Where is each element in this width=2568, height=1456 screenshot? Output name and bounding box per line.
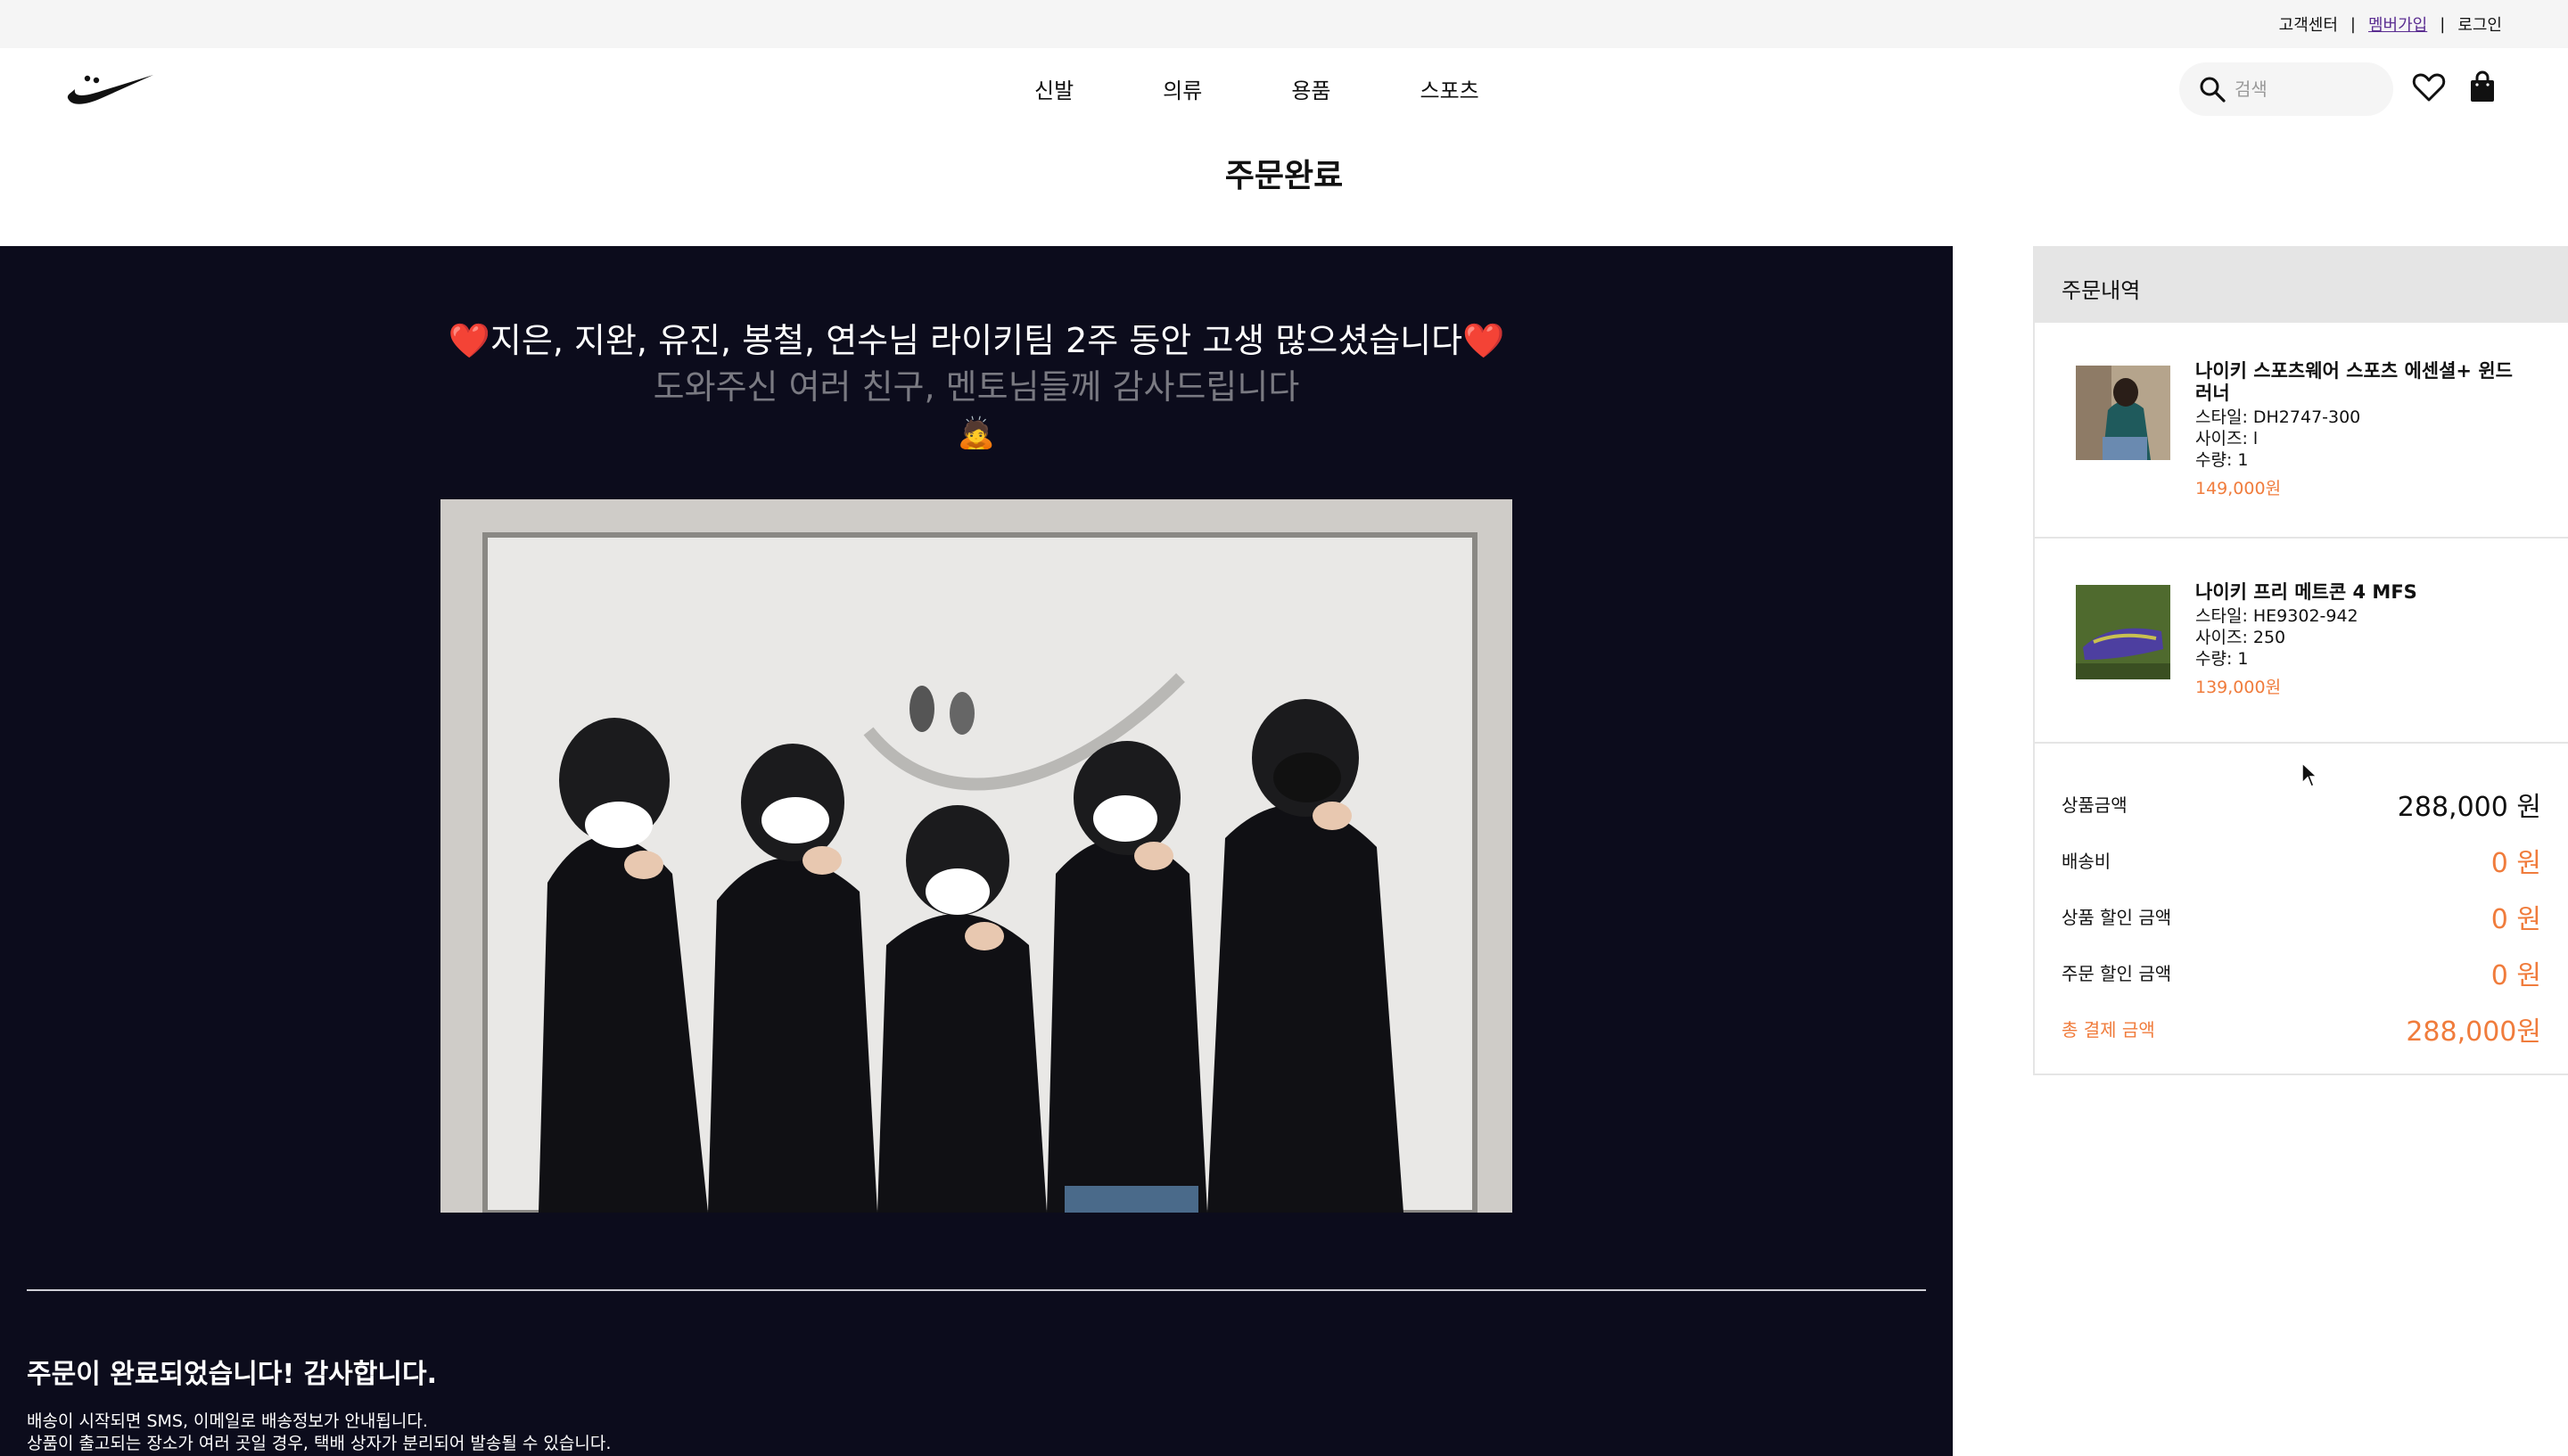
team-photo	[440, 499, 1512, 1213]
subtotal-label: 상품금액	[2062, 794, 2128, 816]
order-summary: 주문내역 나이키 스포츠웨어 스포츠 에센셜+ 윈드러너 스타일: DH2747…	[2033, 246, 2568, 1075]
product-price: 149,000원	[2195, 479, 2282, 498]
order-complete-title: 주문이 완료되었습니다! 감사합니다.	[27, 1359, 437, 1390]
split-shipping-notice: 상품이 출고되는 장소가 여러 곳일 경우, 택배 상자가 분리되어 발송될 수…	[27, 1434, 612, 1453]
separator: |	[2440, 14, 2446, 34]
subtotal-value: 288,000 원	[2397, 791, 2541, 823]
order-complete-panel: ❤️지은, 지완, 유진, 봉철, 연수님 라이키팀 2주 동안 고생 많으셨습…	[0, 246, 1953, 1456]
total-row: 총 결제 금액 288,000원	[2062, 1000, 2541, 1057]
thanks-line-2: 도와주신 여러 친구, 멘토님들께 감사드립니다	[653, 367, 1300, 407]
order-summary-title: 주문내역	[2035, 248, 2568, 323]
mouse-cursor-icon	[2301, 761, 2318, 787]
product-quantity: 수량: 1	[2195, 450, 2249, 470]
main-nav: 신발 의류 용품 스포츠	[1034, 73, 1568, 104]
divider	[27, 1289, 1926, 1291]
product-discount-row: 상품 할인 금액 0 원	[2062, 888, 2541, 944]
total-label: 총 결제 금액	[2062, 1019, 2155, 1041]
thanks-message: ❤️지은, 지완, 유진, 봉철, 연수님 라이키팀 2주 동안 고생 많으셨습…	[0, 317, 1953, 457]
nav-equipment[interactable]: 용품	[1291, 73, 1330, 104]
price-totals: 상품금액 288,000 원 배송비 0 원 상품 할인 금액 0 원 주문 할…	[2035, 744, 2568, 1057]
thanks-line-1: ❤️지은, 지완, 유진, 봉철, 연수님 라이키팀 2주 동안 고생 많으셨습…	[0, 317, 1953, 364]
product-discount-label: 상품 할인 금액	[2062, 907, 2172, 928]
order-discount-value: 0 원	[2490, 959, 2541, 991]
shipping-value: 0 원	[2490, 847, 2541, 879]
shopping-bag-icon[interactable]	[2465, 70, 2500, 105]
page-title: 주문완료	[1224, 158, 1344, 194]
product-name[interactable]: 나이키 스포츠웨어 스포츠 에센셜+ 윈드러너	[2195, 360, 2525, 405]
order-item: 나이키 스포츠웨어 스포츠 에센셜+ 윈드러너 스타일: DH2747-300 …	[2035, 323, 2568, 539]
product-style: 스타일: HE9302-942	[2195, 606, 2358, 626]
customer-center-link[interactable]: 고객센터	[2279, 12, 2338, 36]
separator: |	[2350, 14, 2356, 34]
product-info: 나이키 스포츠웨어 스포츠 에센셜+ 윈드러너 스타일: DH2747-300 …	[2195, 360, 2525, 499]
heart-emoji: ❤️	[1462, 321, 1505, 360]
total-value: 288,000원	[2406, 1016, 2541, 1048]
utility-bar: 고객센터 | 멤버가입 | 로그인	[0, 0, 2568, 48]
nike-logo-icon[interactable]	[66, 68, 155, 107]
nav-apparel[interactable]: 의류	[1163, 73, 1202, 104]
heart-emoji: ❤️	[448, 321, 490, 360]
search-input[interactable]	[2235, 78, 2368, 100]
product-thumbnail[interactable]	[2076, 366, 2170, 460]
product-size: 사이즈: l	[2195, 429, 2259, 448]
order-discount-row: 주문 할인 금액 0 원	[2062, 944, 2541, 1000]
signup-link[interactable]: 멤버가입	[2368, 12, 2427, 36]
bow-emoji: 🙇	[957, 415, 996, 451]
search-icon[interactable]	[2199, 76, 2226, 103]
product-discount-value: 0 원	[2490, 903, 2541, 935]
nav-shoes[interactable]: 신발	[1034, 73, 1074, 104]
product-info: 나이키 프리 메트콘 4 MFS 스타일: HE9302-942 사이즈: 25…	[2195, 581, 2525, 698]
product-thumbnail[interactable]	[2076, 585, 2170, 679]
heart-icon[interactable]	[2411, 70, 2447, 105]
thanks-text: 지은, 지완, 유진, 봉철, 연수님 라이키팀 2주 동안 고생 많으셨습니다	[490, 321, 1463, 360]
search-box[interactable]	[2179, 62, 2393, 116]
product-price: 139,000원	[2195, 678, 2282, 697]
product-quantity: 수량: 1	[2195, 649, 2249, 669]
order-item: 나이키 프리 메트콘 4 MFS 스타일: HE9302-942 사이즈: 25…	[2035, 539, 2568, 744]
nav-sports[interactable]: 스포츠	[1420, 73, 1479, 104]
order-complete-description: 배송이 시작되면 SMS, 이메일로 배송정보가 안내됩니다. 상품이 출고되는…	[27, 1411, 611, 1455]
shipping-label: 배송비	[2062, 851, 2111, 872]
product-name[interactable]: 나이키 프리 메트콘 4 MFS	[2195, 581, 2525, 604]
login-link[interactable]: 로그인	[2457, 12, 2502, 36]
product-style: 스타일: DH2747-300	[2195, 407, 2361, 427]
header: 신발 의류 용품 스포츠	[0, 48, 2568, 127]
shipping-row: 배송비 0 원	[2062, 832, 2541, 888]
shipping-notice: 배송이 시작되면 SMS, 이메일로 배송정보가 안내됩니다.	[27, 1411, 428, 1431]
order-discount-label: 주문 할인 금액	[2062, 963, 2172, 984]
product-size: 사이즈: 250	[2195, 628, 2286, 647]
